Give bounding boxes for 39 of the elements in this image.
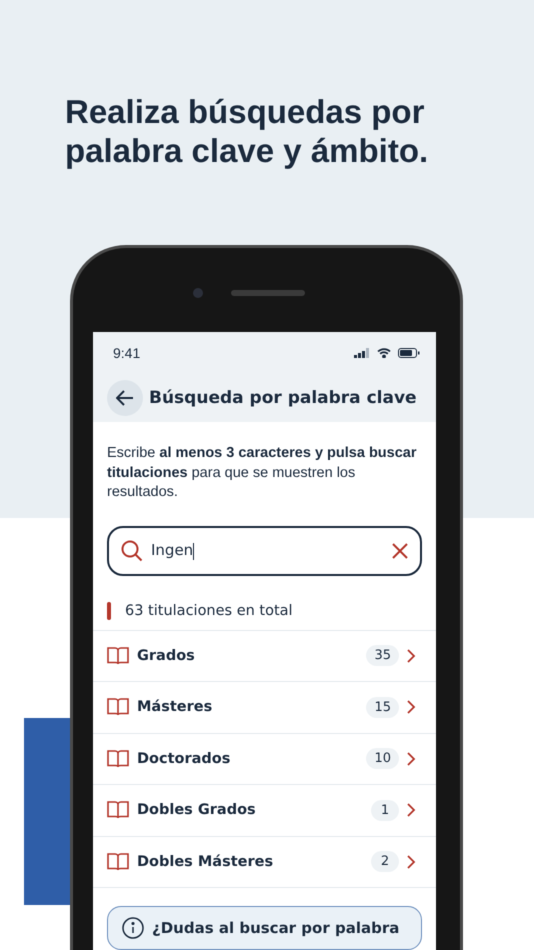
category-item[interactable]: Dobles Másteres 2 [93, 836, 436, 887]
category-item[interactable]: Másteres 15 [93, 681, 436, 732]
book-icon [107, 748, 129, 769]
category-item[interactable]: Dobles Grados 1 [93, 784, 436, 836]
book-icon [107, 800, 129, 820]
help-text: ¿Dudas al buscar por palabra [152, 919, 400, 937]
chevron-icon [407, 803, 416, 818]
count-badge: 35 [366, 645, 399, 666]
chevron-icon [407, 854, 416, 869]
accent-bar [107, 602, 111, 620]
count-badge: 1 [371, 800, 399, 821]
status-time: 9:41 [113, 345, 140, 361]
help-card[interactable]: ¿Dudas al buscar por palabra [107, 906, 422, 950]
signal-icon [354, 348, 370, 358]
screen-title: Búsqueda por palabra clave [149, 388, 417, 408]
chevron-icon [407, 752, 416, 766]
instructions-text: Escribe al menos 3 caracteres y pulsa buscar titulaciones para que se muestren los resultados. [107, 444, 418, 502]
category-item[interactable]: Grados 35 [93, 630, 436, 681]
chevron-icon [407, 648, 416, 663]
info-icon [122, 917, 144, 939]
count-badge: 15 [366, 696, 399, 718]
count-badge: 10 [366, 748, 399, 770]
results-total: 63 titulaciones en total [125, 602, 293, 618]
book-icon [107, 697, 129, 718]
book-icon [107, 852, 129, 872]
back-button[interactable] [107, 380, 143, 416]
category-item[interactable]: Doctorados 10 [93, 732, 436, 784]
camera-icon [193, 288, 203, 298]
book-icon [107, 646, 129, 666]
chevron-icon [407, 700, 416, 714]
back-arrow-icon [116, 390, 134, 406]
speaker-icon [231, 290, 305, 296]
search-icon [121, 540, 143, 562]
headline: Realiza búsquedas por palabra clave y ámbito. [64, 92, 430, 170]
count-badge: 2 [371, 851, 399, 872]
battery-icon [398, 348, 420, 358]
search-field[interactable]: Ingen [107, 526, 422, 576]
clear-button[interactable] [392, 542, 408, 558]
wifi-icon [377, 348, 391, 358]
